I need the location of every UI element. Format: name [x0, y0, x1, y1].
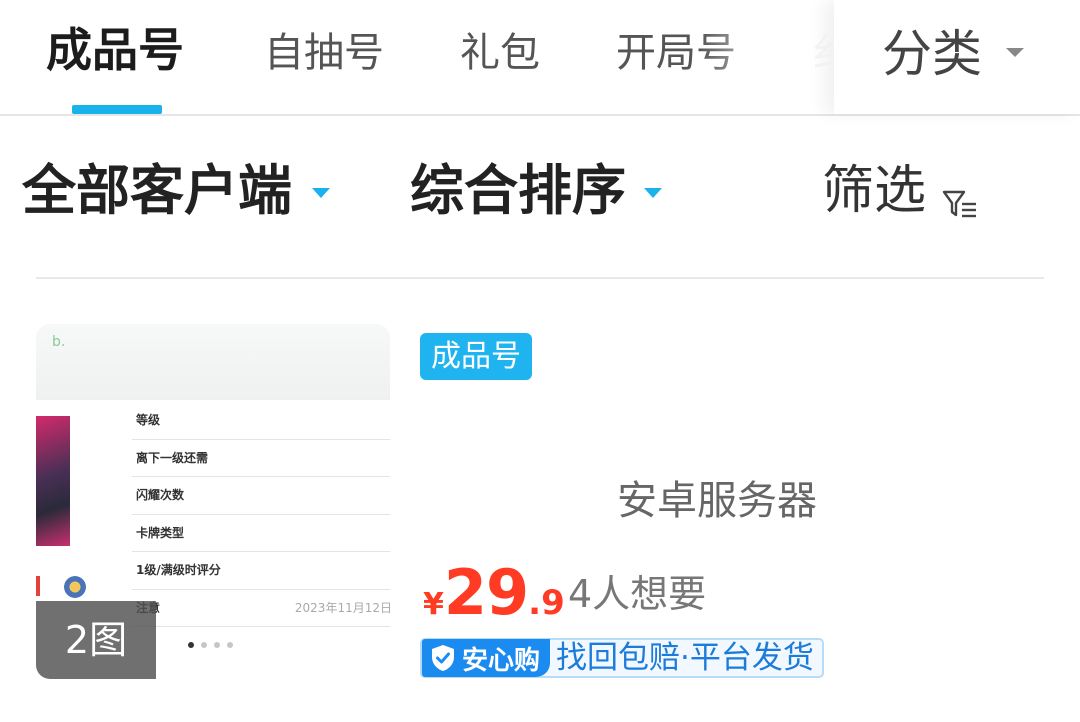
assurance-banner[interactable]: 安心购 找回包赔·平台发货 [420, 638, 824, 678]
thumbnail-header: b. [36, 324, 390, 400]
row-date: 2023年11月12日 [294, 600, 390, 615]
table-row: 等级 [132, 402, 390, 440]
sort-dropdown[interactable]: 综合排序 [410, 158, 662, 224]
table-row: 离下一级还需 [132, 440, 390, 477]
tab-finished-account[interactable]: 成品号 [46, 23, 184, 77]
category-dropdown-button[interactable]: 分类 [834, 0, 1080, 114]
top-tab-bar: 成品号 自抽号 礼包 开局号 纟 分类 [0, 0, 1080, 116]
price-decimal: .9 [528, 583, 565, 623]
table-row: 1级/满级时评分 [132, 552, 390, 590]
carousel-dot [214, 642, 220, 648]
chevron-down-icon [1006, 48, 1024, 57]
currency-symbol: ¥ [423, 587, 444, 622]
tab-gift-pack[interactable]: 礼包 [460, 26, 540, 80]
filter-icon [942, 172, 978, 238]
price-integer: 29 [443, 556, 529, 629]
section-divider [36, 277, 1044, 279]
thumbnail-accent-mark [36, 576, 40, 596]
table-row: 卡牌类型 [132, 515, 390, 552]
active-tab-indicator [72, 105, 162, 114]
avatar-icon [64, 576, 86, 598]
image-count-badge: 2图 [36, 601, 156, 679]
assurance-badge: 安心购 [422, 639, 551, 677]
caret-down-icon [644, 188, 662, 198]
filter-label: 筛选 [822, 161, 927, 221]
assurance-badge-label: 安心购 [462, 645, 541, 676]
client-filter-label: 全部客户端 [22, 159, 292, 222]
client-filter-dropdown[interactable]: 全部客户端 [22, 158, 330, 224]
tab-self-draw-account[interactable]: 自抽号 [264, 26, 384, 80]
carousel-dot [201, 642, 207, 648]
assurance-text: 找回包赔·平台发货 [556, 640, 814, 676]
filter-button[interactable]: 筛选 [822, 158, 976, 224]
carousel-dot-active [188, 642, 194, 648]
thumbnail-logo-mark: b. [52, 334, 66, 350]
table-row: 注意 2023年11月12日 [132, 590, 390, 627]
listing-type-tag: 成品号 [420, 333, 532, 380]
listing-thumbnail[interactable]: b. 等级 离下一级还需 闪耀次数 卡牌类型 1级/满级时评分 注意 2023年… [36, 324, 390, 679]
price: ¥29.9 [423, 556, 565, 629]
sort-label: 综合排序 [410, 159, 626, 222]
category-label: 分类 [882, 25, 982, 83]
table-row: 闪耀次数 [132, 477, 390, 515]
stats-table: 等级 离下一级还需 闪耀次数 卡牌类型 1级/满级时评分 注意 2023年11月… [132, 402, 390, 627]
carousel-dot [227, 642, 233, 648]
carousel-dots [188, 633, 240, 652]
shield-check-icon [432, 645, 454, 671]
caret-down-icon [312, 188, 330, 198]
wants-count: 4人想要 [568, 572, 707, 616]
tabs-fade-overlay [700, 0, 836, 114]
server-label: 安卓服务器 [617, 478, 817, 524]
character-art-image [36, 416, 70, 546]
filter-bar: 全部客户端 综合排序 筛选 [0, 118, 1080, 278]
